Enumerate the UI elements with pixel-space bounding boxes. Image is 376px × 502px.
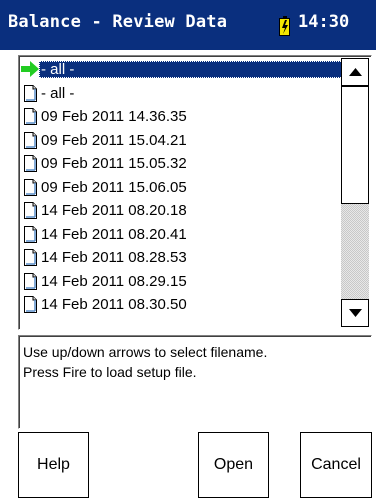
instructions-box: Use up/down arrows to select filename. P…	[18, 335, 372, 429]
document-icon	[24, 179, 37, 200]
vertical-scrollbar[interactable]	[341, 58, 369, 327]
scroll-down-button[interactable]	[341, 299, 369, 327]
document-icon	[24, 249, 37, 270]
arrow-icon	[21, 61, 39, 81]
list-item[interactable]: 09 Feb 2011 15.05.32	[21, 152, 341, 175]
file-list-box[interactable]: - all - - all - 09 Feb 2011 14.36.35 09 Feb…	[18, 55, 372, 330]
list-item[interactable]: 09 Feb 2011 15.04.21	[21, 129, 341, 152]
list-item-label: 14 Feb 2011 08.20.41	[41, 226, 187, 243]
list-item-label: 09 Feb 2011 15.05.32	[41, 155, 187, 172]
help-button[interactable]: Help	[18, 432, 89, 498]
scroll-thumb[interactable]	[341, 86, 369, 204]
document-icon	[24, 226, 37, 247]
list-item-label: - all -	[39, 61, 341, 78]
triangle-down-icon	[349, 309, 362, 317]
document-icon	[24, 296, 37, 317]
list-item[interactable]: - all -	[21, 82, 341, 105]
list-item[interactable]: 09 Feb 2011 15.06.05	[21, 176, 341, 199]
list-item-label: 14 Feb 2011 08.30.50	[41, 296, 187, 313]
list-item-label: 09 Feb 2011 15.06.05	[41, 179, 187, 196]
document-icon	[24, 132, 37, 153]
scroll-up-button[interactable]	[341, 58, 369, 86]
instruction-line: Use up/down arrows to select filename.	[23, 344, 268, 360]
list-item[interactable]: 14 Feb 2011 08.20.41	[21, 223, 341, 246]
list-item-label: 14 Feb 2011 08.29.15	[41, 273, 187, 290]
triangle-up-icon	[349, 68, 362, 76]
instruction-line: Press Fire to load setup file.	[23, 364, 197, 380]
document-icon	[24, 273, 37, 294]
open-button[interactable]: Open	[198, 432, 269, 498]
list-item-label: 09 Feb 2011 14.36.35	[41, 108, 187, 125]
document-icon	[24, 108, 37, 129]
list-item[interactable]: 14 Feb 2011 08.20.18	[21, 199, 341, 222]
battery-icon	[279, 16, 290, 36]
document-icon	[24, 202, 37, 223]
list-item[interactable]: - all -	[21, 58, 341, 81]
list-item[interactable]: 14 Feb 2011 08.30.50	[21, 293, 341, 316]
list-item-label: 14 Feb 2011 08.28.53	[41, 249, 187, 266]
list-item[interactable]: 14 Feb 2011 08.29.15	[21, 270, 341, 293]
list-item[interactable]: 14 Feb 2011 08.28.53	[21, 246, 341, 269]
document-icon	[24, 155, 37, 176]
clock: 14:30	[298, 12, 350, 32]
list-item-label: - all -	[41, 85, 75, 102]
list-item-label: 09 Feb 2011 15.04.21	[41, 132, 187, 149]
title-bar: Balance - Review Data 14:30	[0, 0, 376, 50]
window-title: Balance - Review Data	[8, 12, 228, 32]
list-item-label: 14 Feb 2011 08.20.18	[41, 202, 187, 219]
list-item[interactable]: 09 Feb 2011 14.36.35	[21, 105, 341, 128]
document-icon	[24, 85, 37, 106]
cancel-button[interactable]: Cancel	[300, 432, 372, 498]
file-list[interactable]: - all - - all - 09 Feb 2011 14.36.35 09 Feb…	[21, 58, 341, 329]
